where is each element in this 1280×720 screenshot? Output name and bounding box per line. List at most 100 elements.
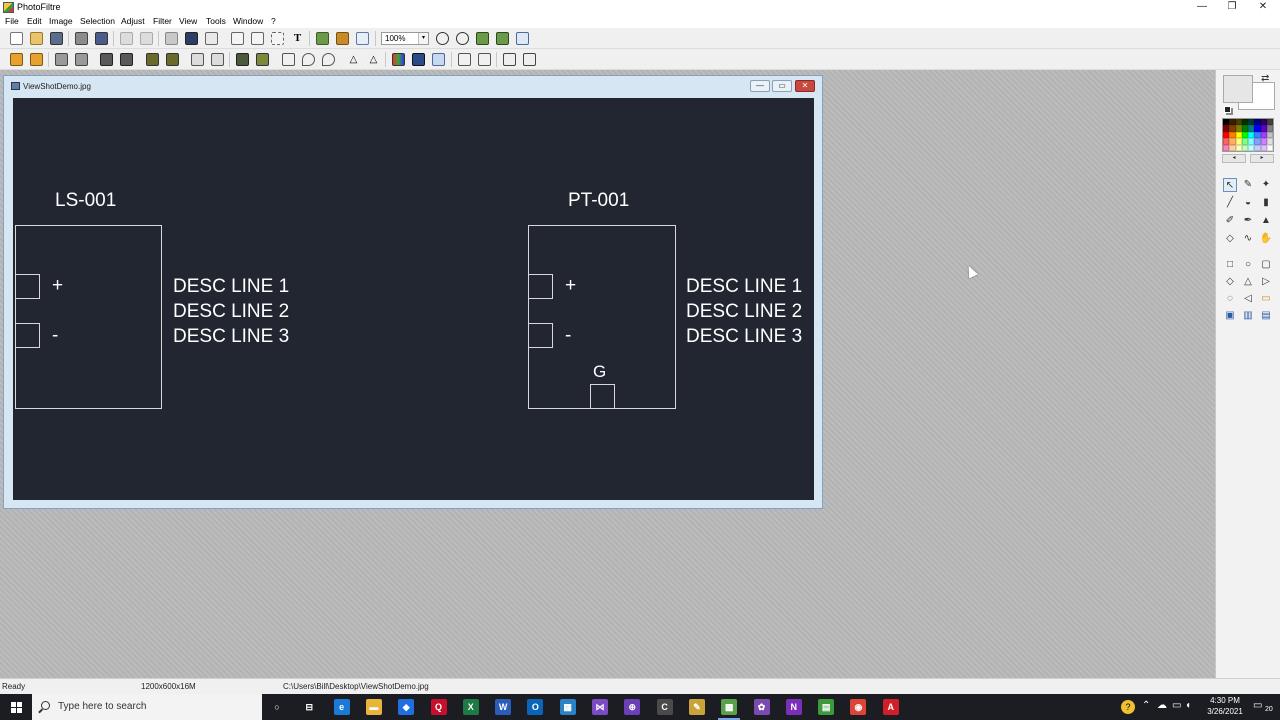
cut-icon[interactable] bbox=[165, 32, 178, 45]
fullscreen-icon[interactable] bbox=[516, 32, 529, 45]
blur-icon[interactable] bbox=[282, 53, 295, 66]
menu-image[interactable]: Image bbox=[49, 16, 73, 26]
canvas-size-icon[interactable] bbox=[336, 32, 349, 45]
onenote-taskbar-icon[interactable]: N bbox=[785, 699, 802, 715]
notification-icon[interactable]: ▭ bbox=[1253, 700, 1262, 711]
foreground-color-swatch[interactable] bbox=[1223, 75, 1253, 103]
visual-studio-taskbar-icon[interactable]: ⋈ bbox=[592, 699, 608, 715]
flip-horizontal-icon[interactable] bbox=[458, 53, 471, 66]
excel-taskbar-icon[interactable]: X bbox=[462, 699, 479, 715]
duplicate-icon[interactable] bbox=[231, 32, 244, 45]
network-icon[interactable]: ▭ bbox=[1172, 700, 1181, 711]
line-tool-icon[interactable]: ╱ bbox=[1223, 196, 1237, 210]
document-minimize-button[interactable]: — bbox=[750, 80, 770, 92]
outlook-taskbar-icon[interactable]: O bbox=[527, 699, 544, 715]
edge-taskbar-icon[interactable]: e bbox=[333, 699, 350, 715]
qlik-taskbar-icon[interactable]: Q bbox=[430, 699, 447, 715]
stamp-icon[interactable]: ▲ bbox=[1259, 214, 1273, 228]
paste-as-image-icon[interactable] bbox=[251, 32, 264, 45]
menu-selection[interactable]: Selection bbox=[80, 16, 115, 26]
soften-icon[interactable] bbox=[302, 53, 315, 66]
acrobat-taskbar-icon[interactable]: A bbox=[882, 699, 899, 715]
triangle-b-icon[interactable]: △ bbox=[367, 53, 380, 66]
minimize-button[interactable]: — bbox=[1187, 0, 1217, 15]
select-row-icon[interactable]: ▤ bbox=[1259, 309, 1273, 323]
file-explorer-taskbar-icon[interactable]: ▬ bbox=[365, 699, 382, 715]
selection-tool-icon[interactable]: ↖ bbox=[1223, 178, 1237, 192]
image-size-icon[interactable] bbox=[316, 32, 329, 45]
clock-date[interactable]: 3/26/2021 bbox=[1203, 707, 1247, 716]
rounded-rect-shape-icon[interactable]: ▢ bbox=[1259, 258, 1273, 272]
contrast-up-icon[interactable] bbox=[120, 53, 133, 66]
menu-view[interactable]: View bbox=[179, 16, 197, 26]
grayscale-icon[interactable] bbox=[236, 53, 249, 66]
image-canvas[interactable]: LS-001 + - DESC LINE 1 DESC LINE 2 DESC … bbox=[13, 98, 814, 500]
menu-adjust[interactable]: Adjust bbox=[121, 16, 145, 26]
blur-drop-icon[interactable]: ◇ bbox=[1223, 232, 1237, 246]
magic-wand-icon[interactable]: ✦ bbox=[1259, 178, 1273, 192]
paste-icon[interactable] bbox=[205, 32, 218, 45]
undo-icon[interactable] bbox=[120, 32, 133, 45]
taskbar-search-box[interactable]: Type here to search bbox=[32, 694, 262, 720]
text-tool-icon[interactable]: T bbox=[291, 32, 304, 45]
select-column-icon[interactable]: ▥ bbox=[1241, 309, 1255, 323]
fit-window-icon[interactable] bbox=[496, 32, 509, 45]
chevron-up-icon[interactable]: ⌃ bbox=[1142, 700, 1150, 711]
app-b-taskbar-icon[interactable]: ⊕ bbox=[624, 699, 641, 715]
auto-levels-icon[interactable] bbox=[10, 53, 23, 66]
brightness-down-icon[interactable] bbox=[55, 53, 68, 66]
redo-icon[interactable] bbox=[140, 32, 153, 45]
menu-window[interactable]: Window bbox=[233, 16, 263, 26]
chrome-taskbar-icon[interactable]: ◉ bbox=[850, 699, 867, 715]
document-maximize-button[interactable]: ▭ bbox=[772, 80, 792, 92]
lasso-icon[interactable]: ◌ bbox=[1223, 292, 1237, 306]
swap-colors-icon[interactable]: ⇄ bbox=[1261, 73, 1269, 84]
word-taskbar-icon[interactable]: W bbox=[495, 699, 512, 715]
zoom-in-icon[interactable] bbox=[436, 32, 449, 45]
brightness-up-icon[interactable] bbox=[75, 53, 88, 66]
document-close-button[interactable]: ✕ bbox=[795, 80, 815, 92]
gamma-up-icon[interactable] bbox=[211, 53, 224, 66]
zoom-select[interactable]: 100% ▾ bbox=[381, 32, 429, 45]
maximize-button[interactable]: ❐ bbox=[1217, 0, 1247, 15]
help-tray-icon[interactable]: ? bbox=[1121, 700, 1135, 714]
gradient-icon[interactable] bbox=[412, 53, 425, 66]
calculator-taskbar-icon[interactable]: ▦ bbox=[559, 699, 576, 715]
spray-can-icon[interactable]: ▮ bbox=[1259, 196, 1273, 210]
cortana-taskbar-icon[interactable]: ○ bbox=[269, 699, 285, 715]
menu-file[interactable]: File bbox=[5, 16, 19, 26]
app-c-taskbar-icon[interactable]: C bbox=[656, 699, 673, 715]
gamma-down-icon[interactable] bbox=[191, 53, 204, 66]
flip-vertical-icon[interactable] bbox=[478, 53, 491, 66]
color-picker-icon[interactable]: ✎ bbox=[1241, 178, 1255, 192]
triangle-shape-icon[interactable]: △ bbox=[1241, 275, 1255, 289]
app-f-taskbar-icon[interactable]: ▤ bbox=[818, 699, 835, 715]
menu-edit[interactable]: Edit bbox=[27, 16, 42, 26]
saturation-up-icon[interactable] bbox=[166, 53, 179, 66]
ellipse-shape-icon[interactable]: ○ bbox=[1241, 258, 1255, 272]
reset-colors-icon[interactable] bbox=[1224, 106, 1231, 113]
app-d-taskbar-icon[interactable]: ✎ bbox=[688, 699, 705, 715]
copy-icon[interactable] bbox=[185, 32, 198, 45]
arrow-shape-icon[interactable]: ▷ bbox=[1259, 275, 1273, 289]
color-palette[interactable] bbox=[1222, 118, 1274, 152]
brush-icon[interactable]: ✐ bbox=[1223, 214, 1237, 228]
windows-start-icon[interactable] bbox=[0, 694, 32, 720]
window-icon[interactable] bbox=[356, 32, 369, 45]
menu-tools[interactable]: Tools bbox=[206, 16, 226, 26]
rectangle-shape-icon[interactable]: □ bbox=[1223, 258, 1237, 272]
chevron-down-icon[interactable]: ▾ bbox=[418, 33, 428, 44]
save-icon[interactable] bbox=[50, 32, 63, 45]
actual-size-icon[interactable] bbox=[476, 32, 489, 45]
auto-contrast-icon[interactable] bbox=[30, 53, 43, 66]
app-e-taskbar-icon[interactable]: ✿ bbox=[753, 699, 770, 715]
photofiltre-taskbar-icon[interactable]: ▩ bbox=[718, 699, 741, 720]
advanced-brush-icon[interactable]: ✒ bbox=[1241, 214, 1255, 228]
fill-bucket-icon[interactable]: ◒ bbox=[1241, 196, 1255, 210]
sharpen-icon[interactable] bbox=[322, 53, 335, 66]
select-all-icon[interactable]: ▣ bbox=[1223, 309, 1237, 323]
polygon-icon[interactable]: ◁ bbox=[1241, 292, 1255, 306]
load-shape-icon[interactable]: ▭ bbox=[1259, 292, 1273, 306]
new-file-icon[interactable] bbox=[10, 32, 23, 45]
saturation-down-icon[interactable] bbox=[146, 53, 159, 66]
